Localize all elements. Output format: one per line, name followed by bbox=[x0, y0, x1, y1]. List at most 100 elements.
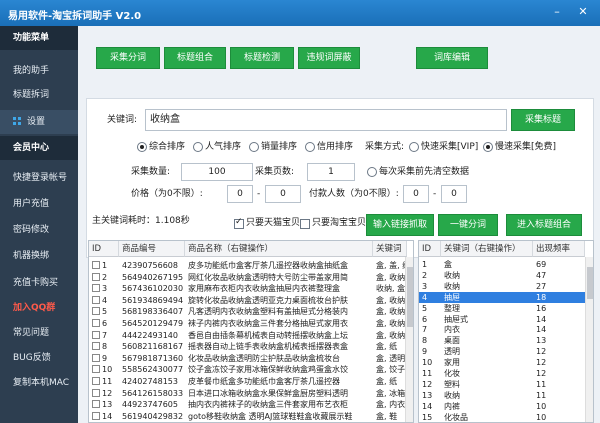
collect-count-input[interactable]: 100 bbox=[181, 163, 253, 181]
sidebar-item-7[interactable]: 密码修改 bbox=[0, 218, 78, 242]
table-row[interactable]: 2 564940267195 网红化妆品收纳盒透明特大号防尘带盖家用简 盒, 收纳 bbox=[89, 272, 407, 283]
grid-icon bbox=[13, 117, 21, 125]
row-checkbox[interactable] bbox=[92, 411, 100, 420]
table-row[interactable]: 14 561940429832 goto移鞋收纳盒 透明AJ篮球鞋鞋盒收藏展示鞋 盒,… bbox=[89, 411, 407, 422]
enter-combine-button[interactable]: 进入标题组合 bbox=[506, 214, 582, 236]
products-header-3[interactable]: 关键词 bbox=[373, 241, 407, 257]
close-icon[interactable]: ✕ bbox=[572, 3, 594, 21]
title-combine-button[interactable]: 标题组合 bbox=[164, 47, 226, 69]
table-row[interactable]: 6 抽屉式 14 bbox=[419, 314, 585, 325]
collect-words-button[interactable]: 采集分词 bbox=[96, 47, 160, 69]
row-checkbox[interactable] bbox=[92, 261, 100, 269]
table-row[interactable]: 12 塑料 11 bbox=[419, 379, 585, 390]
row-checkbox[interactable] bbox=[92, 400, 100, 409]
row-checkbox[interactable] bbox=[92, 342, 100, 351]
table-row[interactable]: 12 564126158033 日本进口冰箱收纳盒水果保鲜盒厨房塑料透明 盒, 冰箱 bbox=[89, 388, 407, 399]
products-header-0[interactable]: ID bbox=[89, 241, 119, 257]
sort-sales-radio[interactable] bbox=[249, 142, 259, 152]
keywords-header-2[interactable]: 出现频率 bbox=[533, 241, 585, 257]
table-row[interactable]: 7 44422493140 香邑自由插条幕机械表自动转摇摆收纳盒上坛 盒, 收纳 bbox=[89, 330, 407, 341]
dictionary-edit-button[interactable]: 词库编辑 bbox=[416, 47, 488, 69]
keyword-input[interactable]: 收纳盒 bbox=[145, 109, 507, 131]
table-row[interactable]: 13 收纳 11 bbox=[419, 390, 585, 401]
row-checkbox[interactable] bbox=[92, 330, 100, 339]
products-scrollbar[interactable] bbox=[405, 257, 413, 422]
table-row[interactable]: 8 桌面 13 bbox=[419, 335, 585, 346]
row-checkbox[interactable] bbox=[92, 295, 100, 304]
sort-composite-radio[interactable] bbox=[137, 142, 147, 152]
row-checkbox[interactable] bbox=[92, 284, 100, 293]
price-max-input[interactable]: 0 bbox=[265, 185, 301, 203]
products-header-1[interactable]: 商品编号 bbox=[119, 241, 185, 257]
sidebar-item-2[interactable]: 标题拆词 bbox=[0, 83, 78, 107]
scrollbar-thumb[interactable] bbox=[407, 267, 413, 327]
table-row[interactable]: 3 567436102030 家用麻布衣柜内衣收纳盒抽屉内衣裤整理盒 收纳, 盒 bbox=[89, 283, 407, 294]
title-detect-button[interactable]: 标题检测 bbox=[230, 47, 294, 69]
buyers-max-input[interactable]: 0 bbox=[441, 185, 467, 203]
table-row[interactable]: 13 44923747605 抽内衣内裤袜子的收纳盒三件套家用布艺衣柜 盒, 内衣 bbox=[89, 399, 407, 410]
sidebar-item-5[interactable]: 快捷登录帐号 bbox=[0, 166, 78, 190]
row-checkbox[interactable] bbox=[92, 319, 100, 327]
import-link-button[interactable]: 输入链接抓取 bbox=[366, 214, 434, 236]
slow-collect-radio[interactable] bbox=[483, 142, 493, 152]
row-checkbox[interactable] bbox=[92, 377, 100, 385]
table-row[interactable]: 10 家用 12 bbox=[419, 357, 585, 368]
sidebar-item-13[interactable]: 复制本机MAC bbox=[0, 371, 78, 395]
products-table[interactable]: ID 商品编号 商品名称（右键操作） 关键词 1 42390756608 皮多功能纸巾盒客厅… bbox=[88, 240, 414, 423]
row-checkbox[interactable] bbox=[92, 353, 100, 362]
keywords-scrollbar[interactable] bbox=[585, 257, 593, 422]
table-row[interactable]: 1 盒 69 bbox=[419, 259, 585, 270]
table-row[interactable]: 4 561934869494 旋转化妆品收纳盒透明亚克力桌面梳妆台护肤 盒, 收纳 bbox=[89, 295, 407, 306]
sidebar-item-3[interactable]: 设置 bbox=[0, 110, 78, 134]
row-checkbox[interactable] bbox=[92, 388, 100, 397]
scrollbar-thumb[interactable] bbox=[587, 267, 593, 299]
row-checkbox[interactable] bbox=[92, 365, 100, 374]
tmall-only-checkbox[interactable] bbox=[234, 217, 244, 229]
table-row[interactable]: 7 内衣 14 bbox=[419, 324, 585, 335]
products-cell: 564940267195 bbox=[122, 272, 184, 282]
table-row[interactable]: 14 内裤 10 bbox=[419, 401, 585, 412]
table-row[interactable]: 9 透明 12 bbox=[419, 346, 585, 357]
sidebar-item-12[interactable]: BUG反馈 bbox=[0, 346, 78, 370]
fast-collect-radio[interactable] bbox=[409, 142, 419, 152]
collect-pages-input[interactable]: 1 bbox=[307, 163, 355, 181]
table-row[interactable]: 1 42390756608 皮多功能纸巾盒客厅茶几遥控器收纳盒抽纸盒 盒, 盖, 纸 bbox=[89, 260, 407, 271]
sidebar-item-0[interactable]: 功能菜单 bbox=[0, 26, 78, 50]
price-min-input[interactable]: 0 bbox=[227, 185, 253, 203]
table-row[interactable]: 6 564520129479 袜子内裤内衣收纳盒三件套分格抽屉式家用衣 盒, 收纳 bbox=[89, 318, 407, 329]
table-row[interactable]: 2 收纳 47 bbox=[419, 270, 585, 281]
table-row-selected[interactable]: 4 抽屉 18 bbox=[419, 291, 585, 303]
row-checkbox[interactable] bbox=[92, 307, 100, 316]
minimize-icon[interactable]: – bbox=[546, 3, 568, 21]
keywords-table[interactable]: ID 关键词（右键操作） 出现频率 1 盒 69 2 收纳 47 3 收纳 27 4 抽屉 18 5 整理 16 6… bbox=[418, 240, 594, 423]
sidebar-item-9[interactable]: 充值卡购买 bbox=[0, 271, 78, 295]
buyers-min-input[interactable]: 0 bbox=[403, 185, 429, 203]
sidebar-item-4[interactable]: 会员中心 bbox=[0, 136, 78, 160]
table-row[interactable]: 9 567981871360 化妆品收纳盒透明防尘护肤品收纳盒梳妆台 盒, 透明 bbox=[89, 353, 407, 364]
sort-popularity-radio[interactable] bbox=[193, 142, 203, 152]
sidebar-item-6[interactable]: 用户充值 bbox=[0, 192, 78, 216]
table-row[interactable]: 5 568198336407 凡客透明内衣收纳盒塑料有盖抽屉式分格装内 盒, 收纳 bbox=[89, 306, 407, 317]
row-checkbox[interactable] bbox=[92, 272, 100, 281]
taobao-only-checkbox[interactable] bbox=[300, 219, 310, 229]
sidebar-item-10[interactable]: 加入QQ群 bbox=[0, 296, 78, 320]
sidebar-item-8[interactable]: 机器换绑 bbox=[0, 244, 78, 268]
violation-block-button[interactable]: 违规词屏蔽 bbox=[298, 47, 360, 69]
keywords-header-1[interactable]: 关键词（右键操作） bbox=[441, 241, 533, 257]
keywords-header-0[interactable]: ID bbox=[419, 241, 441, 257]
sidebar-item-1[interactable]: 我的助手 bbox=[0, 59, 78, 83]
collect-titles-button[interactable]: 采集标题 bbox=[511, 109, 575, 131]
table-row[interactable]: 8 560821168167 摇表器自动上链手表收纳盒机械表摇摆器表盒 盒, 纸 bbox=[89, 341, 407, 352]
table-row[interactable]: 3 收纳 27 bbox=[419, 281, 585, 292]
table-row[interactable]: 11 42402748153 皮革餐巾纸盒多功能纸巾盒客厅茶几遥控器 盒, 纸 bbox=[89, 376, 407, 387]
clear-before-collect-radio[interactable] bbox=[367, 167, 377, 177]
keywords-cell: 1 bbox=[422, 260, 428, 269]
table-row[interactable]: 15 化妆品 10 bbox=[419, 412, 585, 422]
onekey-split-button[interactable]: 一键分词 bbox=[438, 214, 498, 236]
products-header-2[interactable]: 商品名称（右键操作） bbox=[185, 241, 373, 257]
table-row[interactable]: 10 558562430077 饺子盒冻饺子家用冰箱保鲜收纳盒鸡蛋盒水饺 盒, 饺子 bbox=[89, 364, 407, 375]
table-row[interactable]: 11 化妆 12 bbox=[419, 368, 585, 379]
sort-credit-radio[interactable] bbox=[305, 142, 315, 152]
table-row[interactable]: 5 整理 16 bbox=[419, 303, 585, 314]
sidebar-item-11[interactable]: 常见问题 bbox=[0, 321, 78, 345]
